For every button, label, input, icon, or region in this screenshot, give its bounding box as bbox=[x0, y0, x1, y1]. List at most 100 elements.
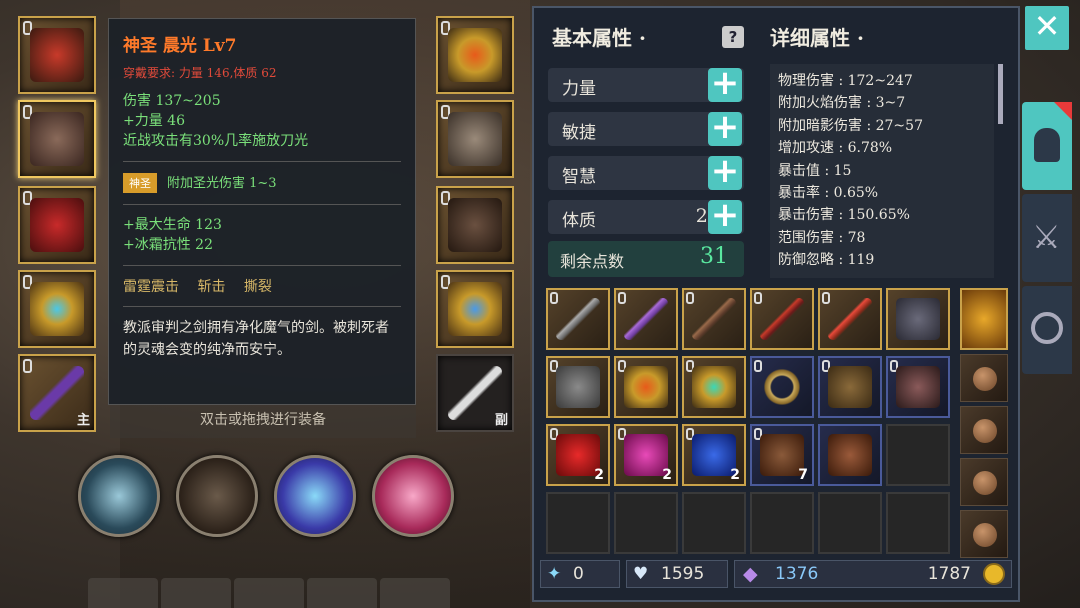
empty-slot[interactable] bbox=[750, 492, 814, 554]
remaining-value: 31 bbox=[700, 244, 728, 269]
empty-slot[interactable] bbox=[818, 492, 882, 554]
stat-name: 智慧 bbox=[562, 167, 596, 187]
gem-currency: ✦ 0 bbox=[540, 560, 620, 588]
divider bbox=[123, 306, 401, 307]
item-description: 教派审判之剑拥有净化魔气的剑。被刺死者的灵魂会变的纯净而安宁。 bbox=[123, 320, 389, 358]
off-hand-label: 副 bbox=[494, 413, 508, 428]
item-stat: +冰霜抗性 22 bbox=[123, 237, 213, 253]
item-count: 2 bbox=[594, 467, 604, 483]
inventory-item[interactable] bbox=[682, 288, 746, 350]
item-count: 2 bbox=[730, 467, 740, 483]
inventory-item[interactable] bbox=[546, 288, 610, 350]
inventory-item[interactable] bbox=[818, 424, 882, 486]
detail-scrollbar[interactable] bbox=[998, 64, 1003, 124]
stat-name: 敏捷 bbox=[562, 123, 596, 143]
item-tooltip: 神圣 晨光 Lv7 穿戴要求: 力量 146,体质 62 伤害 137~205 … bbox=[108, 18, 416, 405]
inventory-item[interactable] bbox=[818, 288, 882, 350]
pouch-slot[interactable] bbox=[960, 458, 1008, 506]
help-icon[interactable]: ? bbox=[722, 26, 744, 48]
inventory-item[interactable] bbox=[614, 288, 678, 350]
crossed-swords-icon: ⚔ bbox=[1032, 218, 1061, 256]
detail-stat: 增加攻速 : 6.78% bbox=[778, 140, 893, 157]
gold-coin-icon bbox=[983, 563, 1005, 585]
detail-stat: 暴击值 : 15 bbox=[778, 162, 852, 179]
inventory-item[interactable]: 2 bbox=[682, 424, 746, 486]
detail-stat: 物理伤害 : 172~247 bbox=[778, 73, 913, 89]
sword-icon bbox=[30, 366, 84, 420]
ring-icon bbox=[448, 282, 502, 336]
inventory-item[interactable] bbox=[682, 356, 746, 418]
target-icon bbox=[1031, 312, 1063, 344]
empty-slot[interactable] bbox=[614, 492, 678, 554]
crystal-gold-currency: ◆ 1376 1787 bbox=[734, 560, 1012, 588]
boots-slot[interactable] bbox=[436, 186, 514, 264]
skill-strike-icon[interactable] bbox=[176, 455, 258, 537]
tab-skills[interactable]: ⚔ bbox=[1022, 194, 1072, 282]
off-hand-slot[interactable]: 副 bbox=[436, 354, 514, 432]
main-weapon-slot[interactable]: 主 bbox=[18, 354, 96, 432]
bottom-tab[interactable] bbox=[161, 578, 231, 608]
helmet-slot[interactable] bbox=[18, 16, 96, 94]
empty-slot[interactable] bbox=[546, 492, 610, 554]
bottom-tab[interactable] bbox=[307, 578, 377, 608]
inventory-item[interactable] bbox=[546, 356, 610, 418]
cloak-icon bbox=[30, 198, 84, 252]
crystal-value: 1376 bbox=[775, 564, 819, 584]
stat-name: 体质 bbox=[562, 211, 596, 231]
inventory-item[interactable] bbox=[818, 356, 882, 418]
close-button[interactable]: ✕ bbox=[1025, 6, 1069, 50]
attribute-panel: 基本属性 · ? 详细属性 · 力量67 + 敏捷6 + 智慧4 + 体质248… bbox=[532, 6, 1020, 602]
inventory-item[interactable] bbox=[614, 356, 678, 418]
ring-slot-left[interactable] bbox=[18, 270, 96, 348]
gem-value: 0 bbox=[573, 564, 584, 584]
pouch-slot[interactable] bbox=[960, 510, 1008, 558]
detail-attributes-title: 详细属性 · bbox=[770, 26, 864, 50]
backpack-icon[interactable] bbox=[960, 288, 1008, 350]
close-icon: ✕ bbox=[1033, 7, 1061, 45]
bottom-tab[interactable] bbox=[380, 578, 450, 608]
add-strength-button[interactable]: + bbox=[708, 66, 742, 102]
inventory-item[interactable] bbox=[886, 288, 950, 350]
holy-badge: 神圣 bbox=[123, 173, 157, 193]
boots-icon bbox=[448, 198, 502, 252]
add-wisdom-button[interactable]: + bbox=[708, 154, 742, 190]
remaining-points: 剩余点数 31 bbox=[548, 241, 744, 277]
item-stat: 近战攻击有30%几率施放刀光 bbox=[123, 133, 309, 149]
add-constitution-button[interactable]: + bbox=[708, 198, 742, 234]
add-agility-button[interactable]: + bbox=[708, 110, 742, 146]
amulet-slot[interactable] bbox=[436, 16, 514, 94]
bottom-tab[interactable] bbox=[88, 578, 158, 608]
wand-icon: ✦ bbox=[547, 564, 562, 584]
inventory-item[interactable] bbox=[750, 288, 814, 350]
skill-slash-icon[interactable] bbox=[78, 455, 160, 537]
inventory-item[interactable] bbox=[750, 356, 814, 418]
inventory-item[interactable]: 2 bbox=[546, 424, 610, 486]
pouch-slot[interactable] bbox=[960, 354, 1008, 402]
pouch-icon bbox=[973, 367, 997, 391]
tab-equipment[interactable] bbox=[1022, 102, 1072, 190]
empty-slot[interactable] bbox=[886, 492, 950, 554]
bottom-tab[interactable] bbox=[234, 578, 304, 608]
inventory-item[interactable] bbox=[886, 356, 950, 418]
amulet-icon bbox=[448, 28, 502, 82]
detail-stat: 暴击伤害 : 150.65% bbox=[778, 207, 910, 224]
skill-dash-icon[interactable] bbox=[274, 455, 356, 537]
ring-slot-right[interactable] bbox=[436, 270, 514, 348]
cloak-slot[interactable] bbox=[18, 186, 96, 264]
pouch-icon bbox=[973, 471, 997, 495]
armor-icon bbox=[896, 298, 940, 340]
divider bbox=[123, 204, 401, 205]
pouch-slot[interactable] bbox=[960, 406, 1008, 454]
fur-icon bbox=[828, 434, 872, 476]
gloves-slot[interactable] bbox=[436, 100, 514, 178]
empty-slot[interactable] bbox=[682, 492, 746, 554]
armor-slot[interactable] bbox=[18, 100, 96, 178]
inventory-item[interactable]: 7 bbox=[750, 424, 814, 486]
inventory-item[interactable]: 2 bbox=[614, 424, 678, 486]
skill-burst-icon[interactable] bbox=[372, 455, 454, 537]
detail-stats-list[interactable]: 物理伤害 : 172~247 附加火焰伤害 : 3~7 附加暗影伤害 : 27~… bbox=[770, 64, 994, 278]
empty-slot[interactable] bbox=[886, 424, 950, 486]
tab-settings[interactable] bbox=[1022, 286, 1072, 374]
notification-corner bbox=[1054, 102, 1072, 120]
item-skills: 雷霆震击 斩击 撕裂 bbox=[123, 279, 272, 295]
